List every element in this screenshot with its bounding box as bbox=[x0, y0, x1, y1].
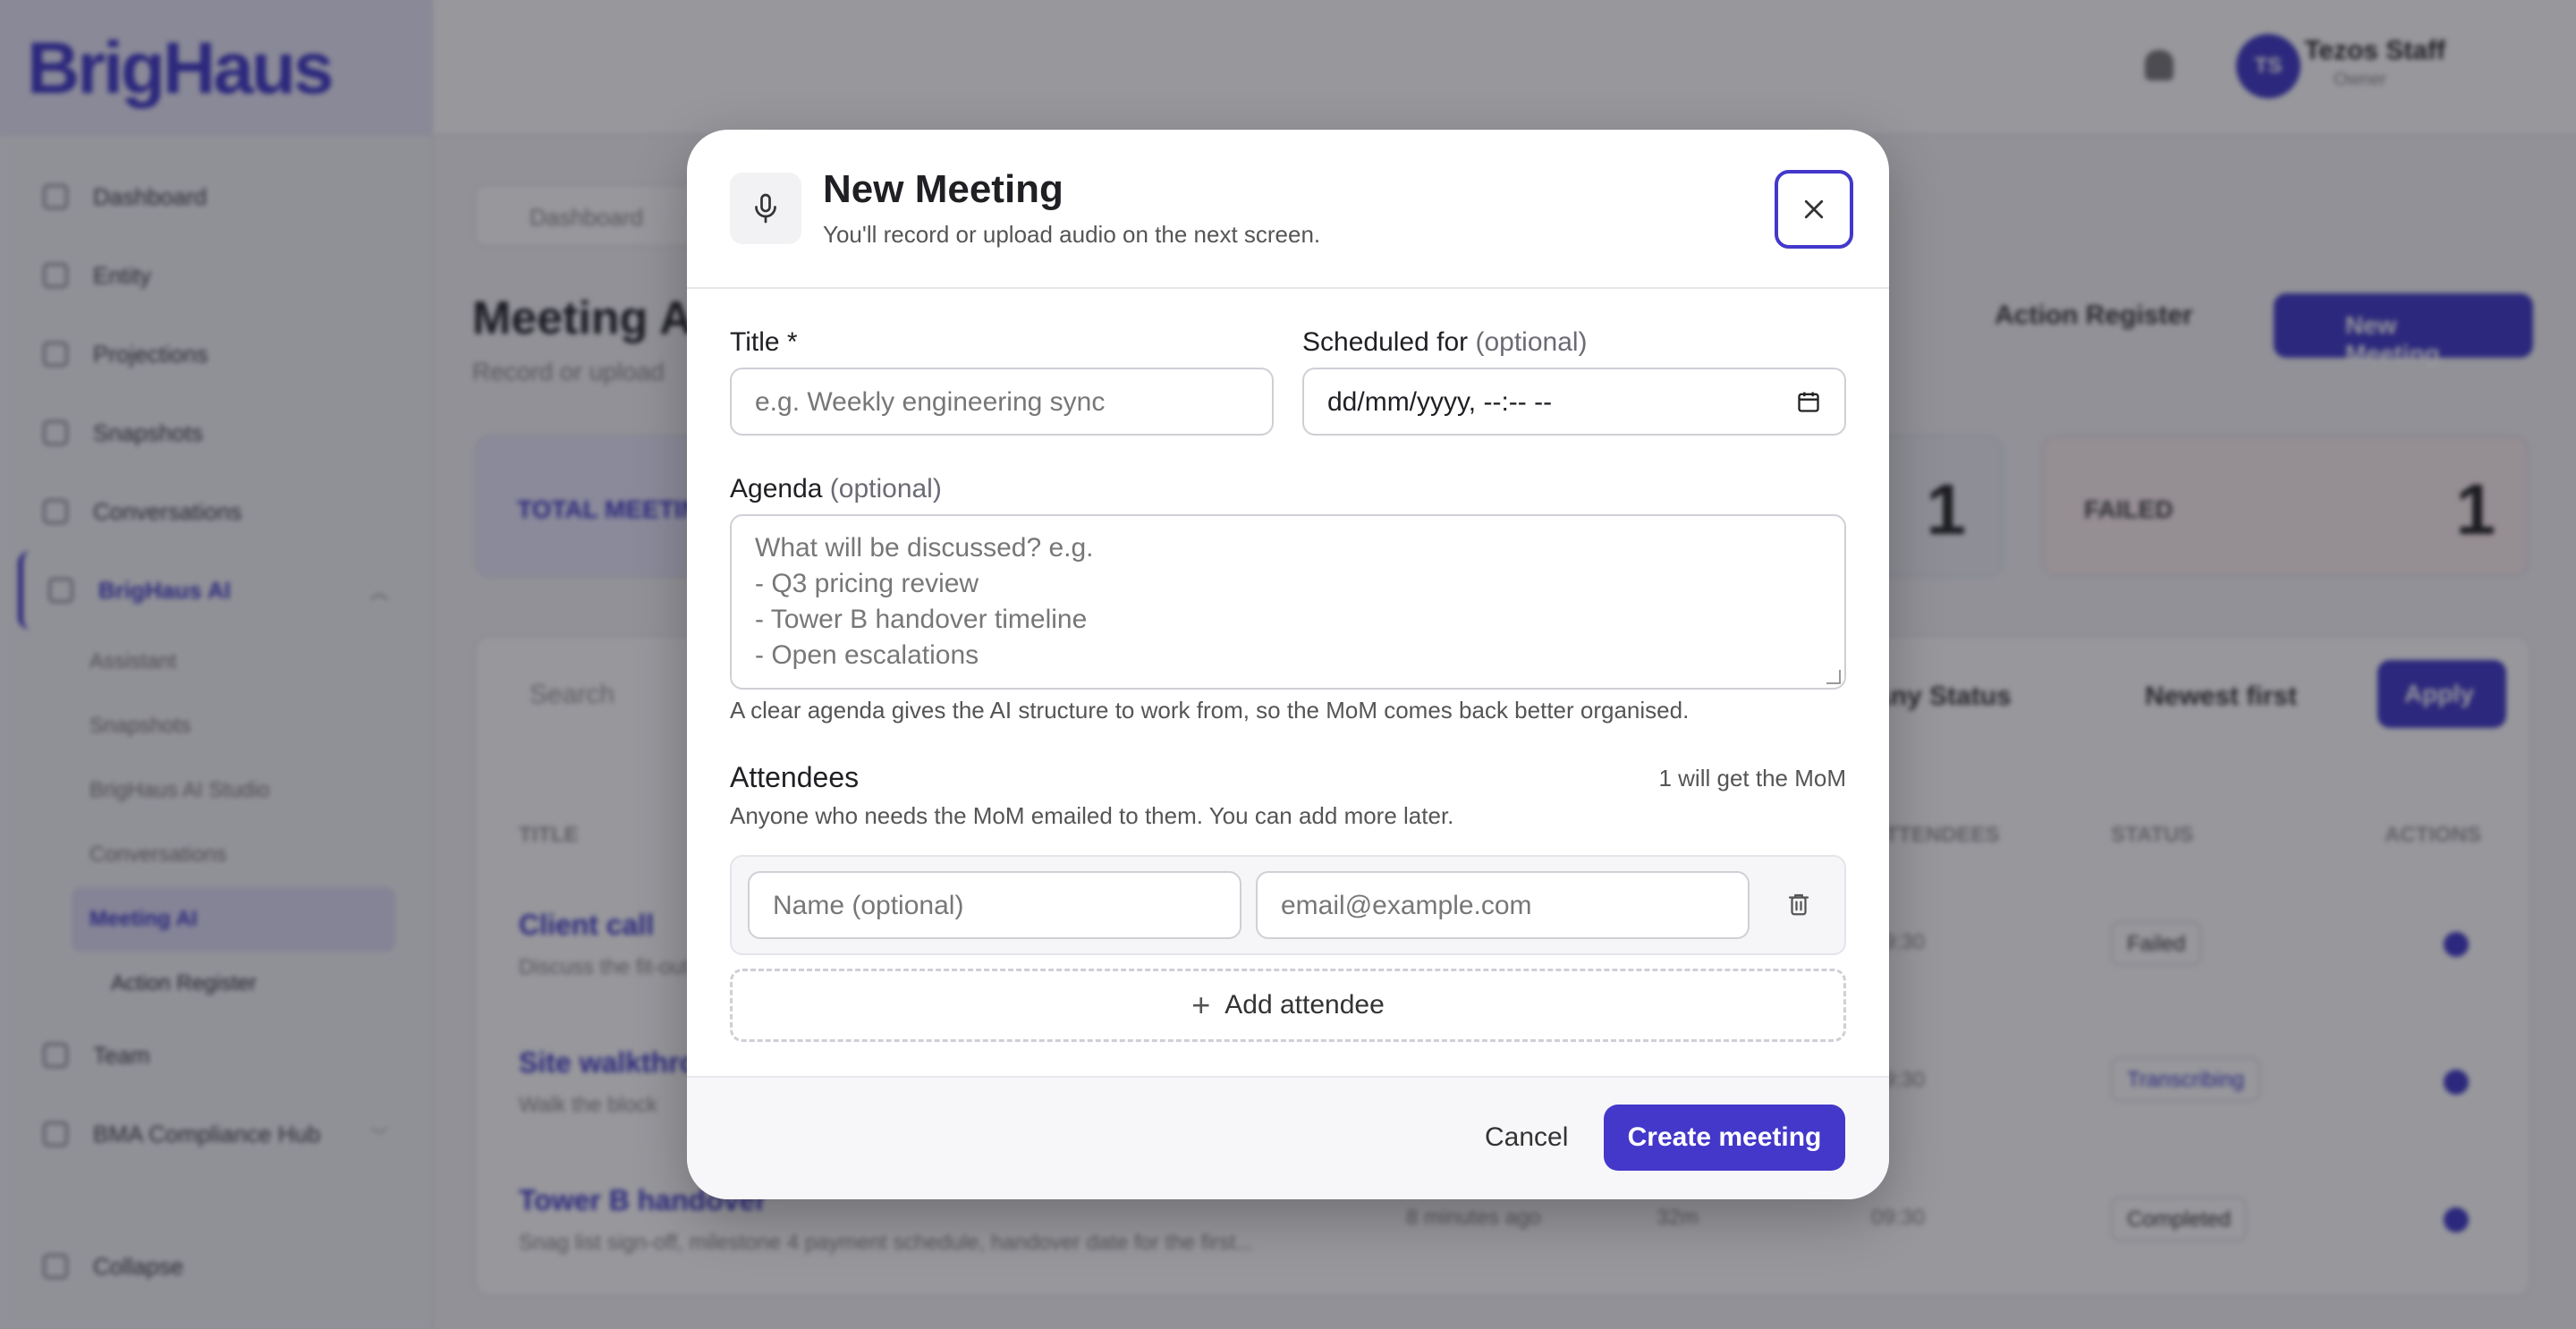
close-button[interactable] bbox=[1775, 170, 1853, 249]
scheduled-datetime-input[interactable]: dd/mm/yyyy, --:-- -- bbox=[1302, 368, 1846, 436]
trash-icon[interactable] bbox=[1785, 889, 1812, 919]
title-label: Title * bbox=[730, 327, 798, 357]
calendar-icon[interactable] bbox=[1796, 389, 1821, 414]
create-meeting-button[interactable]: Create meeting bbox=[1604, 1105, 1845, 1171]
dialog-footer: Cancel Create meeting bbox=[687, 1076, 1889, 1199]
attendee-row: Name (optional) email@example.com bbox=[730, 855, 1846, 955]
agenda-label: Agenda (optional) bbox=[730, 474, 942, 504]
dialog-header: New Meeting You'll record or upload audi… bbox=[687, 130, 1889, 289]
resize-handle[interactable] bbox=[1826, 670, 1841, 684]
attendee-name-input[interactable]: Name (optional) bbox=[748, 871, 1241, 939]
new-meeting-dialog: New Meeting You'll record or upload audi… bbox=[687, 130, 1889, 1199]
close-icon bbox=[1804, 199, 1824, 219]
attendees-hint: Anyone who needs the MoM emailed to them… bbox=[730, 802, 1454, 829]
attendees-count: 1 will get the MoM bbox=[1658, 765, 1846, 791]
dialog-title: New Meeting bbox=[823, 167, 1063, 211]
agenda-textarea[interactable]: What will be discussed? e.g. - Q3 pricin… bbox=[730, 514, 1846, 690]
add-attendee-button[interactable]: + Add attendee bbox=[730, 969, 1846, 1042]
cancel-button[interactable]: Cancel bbox=[1458, 1105, 1595, 1171]
title-input[interactable]: e.g. Weekly engineering sync bbox=[730, 368, 1274, 436]
agenda-hint: A clear agenda gives the AI structure to… bbox=[730, 697, 1690, 724]
plus-icon: + bbox=[1191, 986, 1211, 1023]
scheduled-label: Scheduled for (optional) bbox=[1302, 327, 1588, 357]
attendee-email-input[interactable]: email@example.com bbox=[1256, 871, 1750, 939]
mic-icon bbox=[730, 173, 801, 244]
dialog-subtitle: You'll record or upload audio on the nex… bbox=[823, 221, 1321, 248]
attendees-label: Attendees bbox=[730, 761, 860, 793]
